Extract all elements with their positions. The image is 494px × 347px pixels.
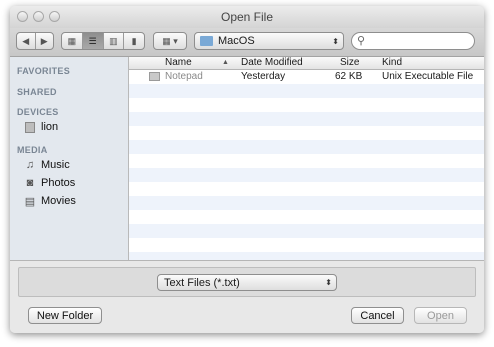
sidebar-item-movies[interactable]: ▤ Movies <box>24 195 76 208</box>
empty-row <box>129 84 484 98</box>
sort-ascending-icon: ▲ <box>222 59 229 66</box>
location-label: MacOS <box>218 35 255 47</box>
back-arrow-icon: ◀ <box>22 35 30 46</box>
coverflow-view-button[interactable]: ▮ <box>124 33 144 49</box>
file-date-modified: Yesterday <box>241 71 286 82</box>
forward-button[interactable]: ▶ <box>36 33 54 49</box>
window-title: Open File <box>220 10 274 24</box>
disk-icon <box>24 121 36 133</box>
arrange-menu-button[interactable]: ▦ ▾ <box>153 32 187 50</box>
accessory-panel: Text Files (*.txt) ⬍ <box>18 267 476 297</box>
file-row-notepad[interactable]: Notepad Yesterday 62 KB Unix Executable … <box>129 70 484 84</box>
grid-icon: ▦ <box>67 35 77 46</box>
toolbar: ◀ ▶ ▦ ☰ ▥ ▮ ▦ ▾ MacOS ⬍ ⚲ <box>10 28 484 57</box>
empty-row <box>129 126 484 140</box>
empty-row <box>129 98 484 112</box>
search-field[interactable]: ⚲ <box>351 32 475 50</box>
location-popup[interactable]: MacOS ⬍ <box>194 32 344 50</box>
sidebar-item-label: Music <box>41 159 70 171</box>
cancel-button[interactable]: Cancel <box>351 307 404 324</box>
camera-icon: ◙ <box>26 177 34 189</box>
file-size: 62 KB <box>335 71 363 82</box>
empty-row <box>129 238 484 252</box>
sidebar-heading-media: MEDIA <box>17 145 48 155</box>
search-icon: ⚲ <box>357 35 366 47</box>
column-view-button[interactable]: ▥ <box>104 33 125 49</box>
list-view-button[interactable]: ☰ <box>82 33 104 49</box>
empty-row <box>129 210 484 224</box>
column-header-name[interactable]: Name <box>165 57 192 68</box>
column-header: Name ▲ Date Modified Size Kind <box>129 57 484 70</box>
column-header-size[interactable]: Size <box>340 57 359 68</box>
file-kind: Unix Executable File <box>382 71 474 82</box>
sidebar-heading-favorites: FAVORITES <box>17 66 71 76</box>
sidebar-item-music[interactable]: ♫ Music <box>24 159 70 171</box>
executable-file-icon <box>149 72 160 81</box>
empty-row <box>129 182 484 196</box>
open-file-dialog: Open File ◀ ▶ ▦ ☰ ▥ ▮ ▦ ▾ MacOS ⬍ ⚲ FAVO… <box>10 6 484 333</box>
coverflow-icon: ▮ <box>131 35 137 46</box>
file-list: Name ▲ Date Modified Size Kind Notepad Y… <box>129 57 484 260</box>
column-header-kind[interactable]: Kind <box>382 57 402 68</box>
sidebar-item-label: lion <box>41 121 59 133</box>
sidebar-heading-devices: DEVICES <box>17 107 59 117</box>
empty-row <box>129 196 484 210</box>
folder-icon <box>200 36 213 46</box>
sidebar-item-photos[interactable]: ◙ Photos <box>24 177 76 189</box>
new-folder-button[interactable]: New Folder <box>28 307 102 324</box>
updown-arrows-icon: ⬍ <box>325 278 332 287</box>
empty-row <box>129 252 484 260</box>
back-button[interactable]: ◀ <box>17 33 36 49</box>
empty-row <box>129 168 484 182</box>
film-icon: ▤ <box>24 195 36 208</box>
dialog-footer: Text Files (*.txt) ⬍ New Folder Cancel O… <box>10 260 484 333</box>
empty-row <box>129 224 484 238</box>
file-name: Notepad <box>165 71 203 82</box>
title-bar: Open File <box>10 6 484 28</box>
empty-row <box>129 140 484 154</box>
sidebar: FAVORITES SHARED DEVICES lion MEDIA ♫ Mu… <box>10 57 129 260</box>
sidebar-item-lion[interactable]: lion <box>24 121 58 133</box>
back-forward-control: ◀ ▶ <box>16 32 54 50</box>
column-header-date-modified[interactable]: Date Modified <box>241 57 303 68</box>
view-mode-control: ▦ ☰ ▥ ▮ <box>61 32 145 50</box>
file-type-filter-label: Text Files (*.txt) <box>164 276 240 289</box>
arrange-icon: ▦ ▾ <box>162 35 178 46</box>
sidebar-item-label: Movies <box>41 195 76 207</box>
file-type-filter-popup[interactable]: Text Files (*.txt) ⬍ <box>157 274 337 291</box>
music-note-icon: ♫ <box>25 159 35 171</box>
updown-arrows-icon: ⬍ <box>332 36 339 46</box>
sidebar-item-label: Photos <box>41 177 76 189</box>
list-icon: ☰ <box>88 35 97 46</box>
open-button[interactable]: Open <box>414 307 467 324</box>
forward-arrow-icon: ▶ <box>40 35 48 46</box>
sidebar-heading-shared: SHARED <box>17 87 57 97</box>
icon-view-button[interactable]: ▦ <box>62 33 83 49</box>
empty-row <box>129 154 484 168</box>
columns-icon: ▥ <box>109 35 118 46</box>
empty-row <box>129 112 484 126</box>
